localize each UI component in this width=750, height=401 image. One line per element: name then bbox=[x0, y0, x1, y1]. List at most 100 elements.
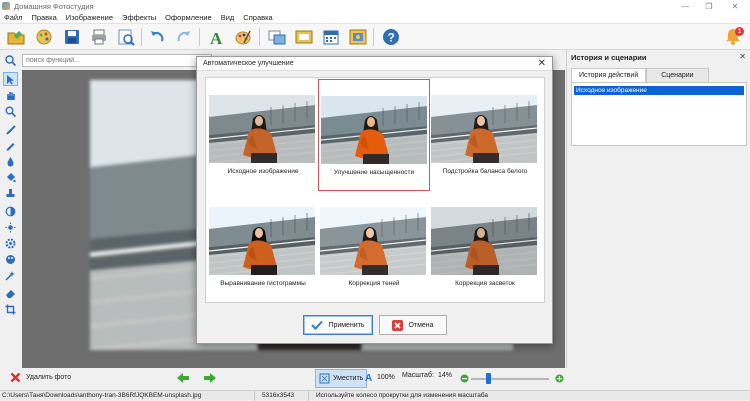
thumbnail-image bbox=[431, 207, 537, 275]
history-item[interactable]: Исходное изображение bbox=[574, 86, 744, 95]
brush-icon[interactable] bbox=[3, 122, 18, 136]
menu-edit[interactable]: Правка bbox=[31, 13, 56, 22]
file-path: C:\Users\Таня\Downloads\anthony-tran-3B6… bbox=[2, 392, 202, 399]
cancel-label: Отмена bbox=[408, 321, 434, 329]
arrow-right-icon bbox=[204, 373, 216, 383]
preview-saturation[interactable]: Улучшение насыщенности bbox=[318, 79, 430, 191]
effects-palette-icon[interactable] bbox=[33, 26, 54, 47]
enhance-preview-grid: Исходное изображение Улучшение насыщенно… bbox=[205, 77, 545, 303]
drop-blur-icon[interactable] bbox=[3, 154, 18, 168]
zoom-out-icon[interactable] bbox=[460, 374, 469, 383]
menu-help[interactable]: Справка bbox=[243, 13, 272, 22]
save-icon[interactable] bbox=[61, 26, 82, 47]
menu-design[interactable]: Оформление bbox=[165, 13, 212, 22]
dialog-close-icon[interactable]: ✕ bbox=[538, 58, 546, 69]
paint-palette-icon[interactable] bbox=[232, 26, 253, 47]
menu-effects[interactable]: Эффекты bbox=[122, 13, 156, 22]
close-window-button[interactable]: ✕ bbox=[724, 0, 746, 12]
preview-caption: Исходное изображение bbox=[227, 168, 299, 175]
main-toolbar: A ? 1 bbox=[0, 24, 750, 50]
preview-histogram[interactable]: Выравнивание гистограммы bbox=[207, 191, 319, 303]
thumbnail-image bbox=[209, 95, 315, 163]
toolbar-separator bbox=[259, 28, 260, 46]
preview-caption: Коррекция теней bbox=[348, 280, 400, 287]
fill-bucket-icon[interactable] bbox=[3, 170, 18, 184]
toolbar-separator bbox=[141, 28, 142, 46]
preview-icon[interactable] bbox=[115, 26, 136, 47]
pencil-icon[interactable] bbox=[3, 138, 18, 152]
fit-to-window-button[interactable]: Уместить bbox=[315, 369, 368, 388]
bottom-bar: Удалить фото Уместить A 100% Масштаб: 14… bbox=[0, 368, 750, 390]
thumbnail-image bbox=[320, 207, 426, 275]
palette-icon[interactable] bbox=[3, 252, 18, 266]
menu-file[interactable]: Файл bbox=[4, 13, 22, 22]
notification-badge: 1 bbox=[735, 27, 744, 36]
minimize-button[interactable]: — bbox=[674, 0, 696, 12]
zoom-slider-track[interactable] bbox=[471, 378, 549, 380]
select-cursor-icon[interactable] bbox=[3, 72, 18, 86]
function-search-input[interactable] bbox=[22, 53, 212, 67]
stamp-icon[interactable] bbox=[3, 186, 18, 200]
checkmark-icon bbox=[311, 320, 324, 330]
arrow-left-icon bbox=[177, 373, 189, 383]
eraser-icon[interactable] bbox=[3, 286, 18, 300]
color-settings-icon[interactable] bbox=[3, 236, 18, 250]
auto-enhance-dialog: Автоматическое улучшение ✕ Исходное изоб… bbox=[196, 56, 553, 344]
brightness-icon[interactable] bbox=[3, 220, 18, 234]
contrast-icon[interactable] bbox=[3, 204, 18, 218]
preview-shadows[interactable]: Коррекция теней bbox=[318, 191, 430, 303]
notifications-bell[interactable]: 1 bbox=[724, 27, 744, 47]
preview-white-balance[interactable]: Подстройка баланса белого bbox=[429, 79, 541, 191]
preview-highlights[interactable]: Коррекция засветок bbox=[429, 191, 541, 303]
panel-tabs: История действий Сценарии bbox=[571, 68, 709, 82]
zoom-slider-thumb[interactable] bbox=[486, 373, 491, 384]
open-folder-icon[interactable] bbox=[5, 26, 26, 47]
preview-original[interactable]: Исходное изображение bbox=[207, 79, 319, 191]
preview-caption: Коррекция засветок bbox=[455, 280, 515, 287]
tab-history[interactable]: История действий bbox=[571, 68, 647, 82]
panel-close-icon[interactable]: ✕ bbox=[739, 52, 746, 61]
undo-icon[interactable] bbox=[146, 26, 167, 47]
crop-icon[interactable] bbox=[3, 302, 18, 316]
fit-icon bbox=[319, 373, 330, 384]
panel-title: История и сценарии bbox=[571, 53, 647, 62]
menu-view[interactable]: Вид bbox=[221, 13, 235, 22]
history-list: Исходное изображение bbox=[571, 82, 747, 146]
zoom-icon[interactable] bbox=[3, 104, 18, 118]
cancel-button[interactable]: Отмена bbox=[379, 315, 447, 335]
postcard-icon[interactable] bbox=[347, 26, 368, 47]
left-toolbox bbox=[0, 70, 22, 370]
zoom-in-icon[interactable] bbox=[555, 374, 564, 383]
tab-scenarios[interactable]: Сценарии bbox=[646, 68, 709, 82]
actual-size-icon: A bbox=[365, 373, 372, 382]
delete-photo-label: Удалить фото bbox=[26, 374, 72, 381]
scale-value: 14% bbox=[438, 372, 453, 379]
calendar-icon[interactable] bbox=[320, 26, 341, 47]
thumbnail-image bbox=[209, 207, 315, 275]
dialog-title: Автоматическое улучшение bbox=[197, 57, 552, 71]
print-icon[interactable] bbox=[88, 26, 109, 47]
maximize-button[interactable]: ❐ bbox=[698, 0, 720, 12]
effects-icon[interactable] bbox=[3, 268, 18, 282]
svg-text:A: A bbox=[365, 373, 372, 382]
text-tool-icon[interactable]: A bbox=[205, 26, 226, 47]
frame-icon[interactable] bbox=[293, 26, 314, 47]
cancel-x-icon bbox=[392, 319, 404, 331]
delete-photo-button[interactable]: Удалить фото bbox=[10, 372, 71, 383]
image-dimensions: 5316x3543 bbox=[262, 392, 295, 399]
apply-button[interactable]: Применить bbox=[303, 315, 373, 335]
collage-icon[interactable] bbox=[266, 26, 287, 47]
redo-icon[interactable] bbox=[173, 26, 194, 47]
status-bar: C:\Users\Таня\Downloads\anthony-tran-3B6… bbox=[0, 390, 750, 401]
app-icon bbox=[2, 2, 10, 10]
menu-bar: Файл Правка Изображение Эффекты Оформлен… bbox=[0, 12, 750, 24]
hand-pan-icon[interactable] bbox=[3, 88, 18, 102]
prev-photo-button[interactable] bbox=[176, 372, 190, 384]
actual-size-button[interactable]: A 100% bbox=[365, 372, 395, 382]
history-panel: История и сценарии ✕ История действий Сц… bbox=[566, 50, 750, 368]
preview-caption: Подстройка баланса белого bbox=[442, 168, 528, 175]
menu-image[interactable]: Изображение bbox=[66, 13, 113, 22]
fit-label: Уместить bbox=[333, 375, 364, 382]
next-photo-button[interactable] bbox=[203, 372, 217, 384]
help-icon[interactable]: ? bbox=[380, 26, 401, 47]
